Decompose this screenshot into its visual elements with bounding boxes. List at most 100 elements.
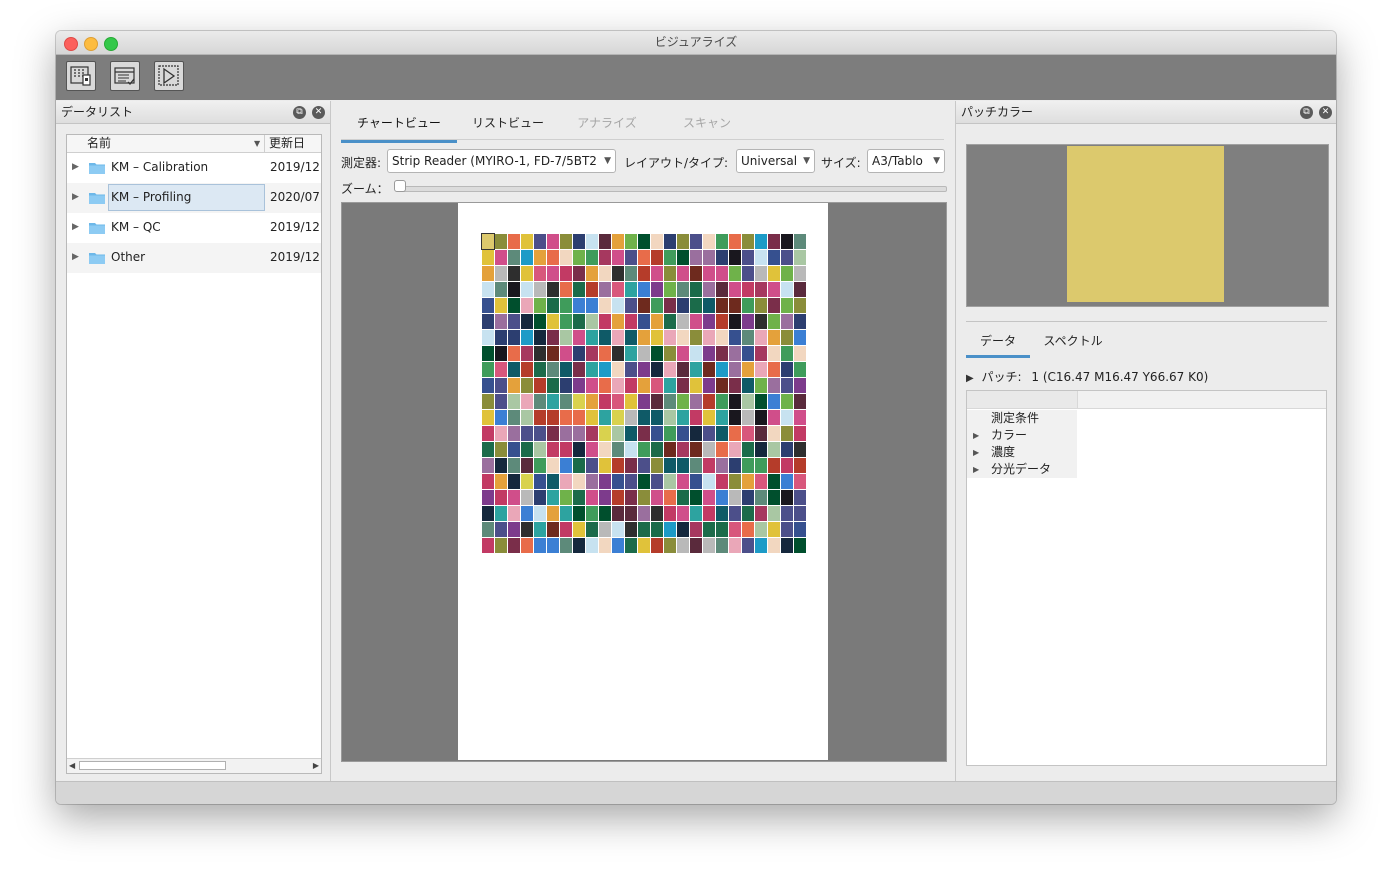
color-patch[interactable] bbox=[534, 506, 546, 521]
color-patch[interactable] bbox=[612, 346, 624, 361]
color-patch[interactable] bbox=[638, 522, 650, 537]
color-patch[interactable] bbox=[508, 474, 520, 489]
color-patch[interactable] bbox=[690, 442, 702, 457]
expand-triangle-icon[interactable]: ▶ bbox=[973, 461, 979, 478]
color-patch[interactable] bbox=[495, 506, 507, 521]
color-patch[interactable] bbox=[586, 522, 598, 537]
color-patch[interactable] bbox=[703, 314, 715, 329]
color-patch[interactable] bbox=[599, 314, 611, 329]
color-patch[interactable] bbox=[729, 378, 741, 393]
color-patch[interactable] bbox=[677, 474, 689, 489]
color-patch[interactable] bbox=[482, 426, 494, 441]
color-patch[interactable] bbox=[599, 474, 611, 489]
tab-2[interactable]: アナライズ bbox=[559, 112, 655, 140]
color-patch[interactable] bbox=[612, 266, 624, 281]
color-patch[interactable] bbox=[703, 362, 715, 377]
color-patch[interactable] bbox=[573, 394, 585, 409]
color-patch[interactable] bbox=[612, 330, 624, 345]
color-patch[interactable] bbox=[547, 362, 559, 377]
color-patch[interactable] bbox=[755, 282, 767, 297]
color-patch[interactable] bbox=[625, 394, 637, 409]
color-patch[interactable] bbox=[560, 490, 572, 505]
color-patch[interactable] bbox=[768, 442, 780, 457]
color-patch[interactable] bbox=[651, 346, 663, 361]
color-patch[interactable] bbox=[547, 442, 559, 457]
color-patch[interactable] bbox=[781, 282, 793, 297]
color-patch[interactable] bbox=[560, 426, 572, 441]
color-patch[interactable] bbox=[664, 506, 676, 521]
color-patch[interactable] bbox=[573, 426, 585, 441]
color-patch[interactable] bbox=[586, 506, 598, 521]
color-patch[interactable] bbox=[560, 522, 572, 537]
color-patch[interactable] bbox=[508, 282, 520, 297]
color-patch[interactable] bbox=[521, 330, 533, 345]
color-patch[interactable] bbox=[742, 474, 754, 489]
color-patch[interactable] bbox=[586, 410, 598, 425]
color-patch[interactable] bbox=[521, 506, 533, 521]
color-patch[interactable] bbox=[703, 426, 715, 441]
color-patch[interactable] bbox=[612, 410, 624, 425]
color-patch[interactable] bbox=[547, 522, 559, 537]
color-patch[interactable] bbox=[781, 346, 793, 361]
color-patch[interactable] bbox=[690, 330, 702, 345]
color-patch[interactable] bbox=[651, 506, 663, 521]
right-tab-0[interactable]: データ bbox=[966, 331, 1030, 358]
color-patch[interactable] bbox=[729, 346, 741, 361]
sort-desc-icon[interactable]: ▼ bbox=[254, 135, 260, 152]
color-patch[interactable] bbox=[755, 538, 767, 553]
color-patch[interactable] bbox=[573, 234, 585, 249]
color-patch[interactable] bbox=[651, 538, 663, 553]
color-patch[interactable] bbox=[755, 234, 767, 249]
color-patch[interactable] bbox=[677, 442, 689, 457]
color-patch[interactable] bbox=[508, 394, 520, 409]
color-patch[interactable] bbox=[677, 538, 689, 553]
color-patch[interactable] bbox=[794, 506, 806, 521]
color-patch[interactable] bbox=[755, 266, 767, 281]
color-patch[interactable] bbox=[482, 394, 494, 409]
color-patch[interactable] bbox=[742, 394, 754, 409]
right-tab-1[interactable]: スペクトル bbox=[1034, 331, 1112, 355]
color-patch[interactable] bbox=[651, 298, 663, 313]
color-patch[interactable] bbox=[599, 442, 611, 457]
color-patch[interactable] bbox=[716, 378, 728, 393]
color-patch[interactable] bbox=[534, 330, 546, 345]
color-patch[interactable] bbox=[651, 330, 663, 345]
color-patch[interactable] bbox=[690, 490, 702, 505]
color-patch[interactable] bbox=[482, 266, 494, 281]
color-patch[interactable] bbox=[742, 250, 754, 265]
color-patch[interactable] bbox=[690, 282, 702, 297]
color-patch[interactable] bbox=[651, 266, 663, 281]
color-patch[interactable] bbox=[664, 426, 676, 441]
color-patch[interactable] bbox=[599, 298, 611, 313]
color-patch[interactable] bbox=[677, 346, 689, 361]
color-patch[interactable] bbox=[482, 298, 494, 313]
color-patch[interactable] bbox=[664, 410, 676, 425]
color-patch[interactable] bbox=[651, 442, 663, 457]
color-patch[interactable] bbox=[703, 282, 715, 297]
color-patch[interactable] bbox=[729, 234, 741, 249]
color-patch[interactable] bbox=[716, 266, 728, 281]
color-patch[interactable] bbox=[651, 234, 663, 249]
color-patch[interactable] bbox=[703, 234, 715, 249]
color-patch[interactable] bbox=[742, 378, 754, 393]
color-patch[interactable] bbox=[677, 362, 689, 377]
color-patch[interactable] bbox=[560, 506, 572, 521]
color-patch[interactable] bbox=[495, 490, 507, 505]
color-patch[interactable] bbox=[690, 250, 702, 265]
color-patch[interactable] bbox=[716, 442, 728, 457]
color-patch[interactable] bbox=[495, 362, 507, 377]
color-patch[interactable] bbox=[768, 410, 780, 425]
color-patch[interactable] bbox=[716, 474, 728, 489]
color-patch[interactable] bbox=[508, 410, 520, 425]
color-patch[interactable] bbox=[495, 442, 507, 457]
color-patch[interactable] bbox=[482, 522, 494, 537]
color-patch[interactable] bbox=[599, 250, 611, 265]
color-patch[interactable] bbox=[508, 250, 520, 265]
color-patch[interactable] bbox=[625, 346, 637, 361]
color-patch[interactable] bbox=[716, 282, 728, 297]
color-patch[interactable] bbox=[547, 250, 559, 265]
color-patch[interactable] bbox=[495, 394, 507, 409]
color-patch[interactable] bbox=[677, 234, 689, 249]
color-patch[interactable] bbox=[547, 426, 559, 441]
color-patch[interactable] bbox=[716, 362, 728, 377]
